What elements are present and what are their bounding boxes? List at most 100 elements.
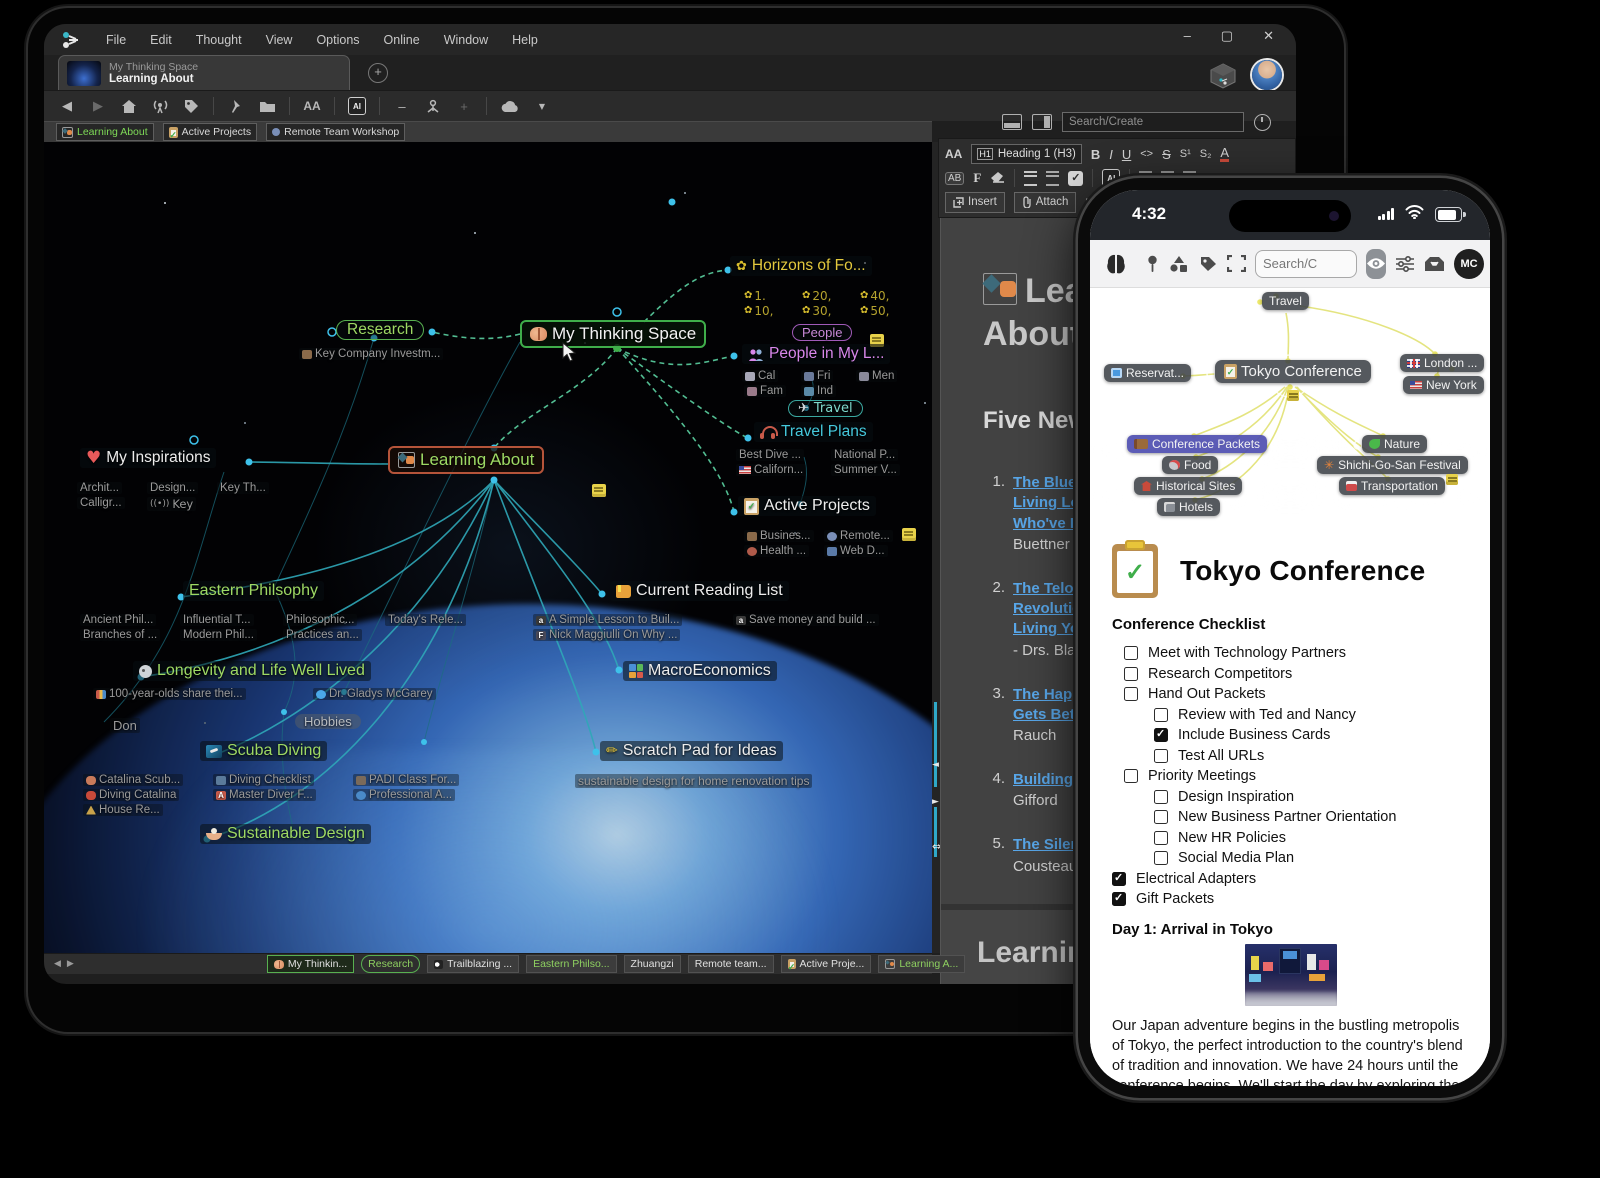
history-clock-icon[interactable] <box>1254 114 1271 131</box>
menu-view[interactable]: View <box>266 33 293 47</box>
map-sub-label[interactable]: Cal <box>742 370 778 382</box>
map-sub-label[interactable]: Ancient Phil... <box>80 614 156 626</box>
map-sub-label[interactable]: Design... <box>147 482 198 494</box>
close-button[interactable]: ✕ <box>1263 28 1274 44</box>
pnode-new-york[interactable]: New York <box>1403 376 1484 394</box>
brain-tab[interactable]: My Thinking Space Learning About <box>58 55 350 90</box>
map-sub-label[interactable]: aA Simple Lesson to Buil... <box>533 614 682 626</box>
mind-map-canvas[interactable]: Research Key Company Investm... My Think… <box>44 142 932 953</box>
user-avatar[interactable] <box>1252 60 1282 90</box>
pnode-travel[interactable]: Travel <box>1262 292 1309 310</box>
checkbox[interactable] <box>1124 687 1138 701</box>
pin-learning-about[interactable]: Learning About <box>56 123 154 141</box>
map-sub-label[interactable]: Remote... <box>824 530 893 542</box>
map-sub-label[interactable]: Best Dive ... <box>736 449 804 461</box>
subscript-button[interactable]: S₂ <box>1200 148 1212 160</box>
collapse-right-arrow[interactable]: ► <box>932 797 939 807</box>
text-color-button[interactable]: A <box>1220 146 1229 162</box>
superscript-button[interactable]: S¹ <box>1180 148 1191 160</box>
maximize-button[interactable]: ▢ <box>1221 28 1233 44</box>
node-my-inspirations[interactable]: ♥My Inspirations <box>80 448 216 468</box>
bottom-tab[interactable]: Remote team... <box>688 955 774 973</box>
menu-help[interactable]: Help <box>512 33 538 47</box>
pnode-food[interactable]: Food <box>1162 456 1218 474</box>
thought-types-icon[interactable] <box>1168 255 1190 273</box>
add-tab-button[interactable]: + <box>368 63 388 83</box>
node-travel-plans[interactable]: Travel Plans <box>754 422 873 442</box>
menu-options[interactable]: Options <box>316 33 359 47</box>
map-sub-label[interactable]: Practices an... <box>283 629 362 641</box>
search-create-input[interactable] <box>1062 112 1244 132</box>
node-current-reading-list[interactable]: Current Reading List <box>610 581 789 601</box>
text-size-button[interactable]: AA <box>945 147 962 161</box>
node-scratch-pad[interactable]: ✏Scratch Pad for Ideas <box>600 741 783 761</box>
map-sub-label[interactable]: Fri <box>801 370 833 382</box>
bottom-tab[interactable]: Learning A... <box>878 955 965 973</box>
layout-tool-icon[interactable] <box>424 96 442 116</box>
pin-active-projects[interactable]: Active Projects <box>163 123 257 141</box>
map-sub-label[interactable]: Health ... <box>744 545 809 557</box>
pnode-historical-sites[interactable]: Historical Sites <box>1134 477 1242 495</box>
map-sub-label[interactable]: Calligr... <box>77 497 125 509</box>
font-button[interactable]: F <box>973 170 981 186</box>
numbered-list-icon[interactable] <box>1046 171 1059 186</box>
minimize-button[interactable]: – <box>1184 28 1191 44</box>
book-link[interactable]: The HappGets Bett <box>1013 685 1081 726</box>
map-sub-label[interactable]: Key Th... <box>217 482 269 494</box>
sidebar-layout-icon[interactable] <box>1032 114 1052 130</box>
checkbox-checked[interactable] <box>1154 728 1168 742</box>
map-sub-label[interactable]: Branches of ... <box>80 629 160 641</box>
checkbox[interactable] <box>1154 851 1168 865</box>
attach-button[interactable]: Attach <box>1014 192 1077 213</box>
checkbox[interactable] <box>1124 646 1138 660</box>
note-indicator-icon[interactable] <box>1287 390 1299 401</box>
bottom-tab[interactable]: Trailblazing ... <box>427 955 519 973</box>
node-my-thinking-space[interactable]: My Thinking Space <box>520 320 706 348</box>
ab-caps-button[interactable]: AB <box>945 172 964 185</box>
strikethrough-button[interactable]: S <box>1162 147 1171 162</box>
filters-sliders-icon[interactable] <box>1395 256 1415 272</box>
map-sub-label[interactable]: Busines... <box>744 530 814 542</box>
map-sub-label[interactable]: Diving Catalina <box>83 789 179 801</box>
node-scuba-diving[interactable]: Scuba Diving <box>200 741 327 761</box>
map-sub-label[interactable]: Key Company Investm... <box>299 348 443 360</box>
selection-icon[interactable] <box>1227 255 1246 272</box>
node-people-pill[interactable]: People <box>792 324 852 341</box>
node-learning-about[interactable]: Learning About <box>388 446 544 474</box>
node-horizons[interactable]: ✿Horizons of Fo... <box>730 256 872 276</box>
notes-layout-icon[interactable] <box>1002 114 1022 130</box>
map-sub-label[interactable]: Today's Rele... <box>385 614 466 626</box>
book-link[interactable]: Buildings <box>1013 770 1081 790</box>
map-sub-label[interactable]: Ind <box>801 385 836 397</box>
heading-style-dropdown[interactable]: H1Heading 1 (H3) <box>971 144 1082 164</box>
pnode-transportation[interactable]: Transportation <box>1339 477 1445 495</box>
map-sub-label[interactable]: National P... <box>831 449 898 461</box>
map-sub-label[interactable]: Professional A... <box>353 789 455 801</box>
pnode-nature[interactable]: Nature <box>1362 435 1427 453</box>
pnode-shichi-festival[interactable]: ✳Shichi-Go-San Festival <box>1317 456 1468 474</box>
zoom-in-icon[interactable]: + <box>455 96 473 116</box>
checklist-button[interactable]: ✓ <box>1068 171 1083 186</box>
map-sub-label[interactable]: 100-year-olds share thei... <box>93 688 246 700</box>
node-sustainable-design[interactable]: Sustainable Design <box>200 824 371 844</box>
node-active-projects[interactable]: Active Projects <box>738 496 876 516</box>
pin-icon[interactable] <box>227 96 245 116</box>
checkbox[interactable] <box>1154 749 1168 763</box>
note-indicator-icon[interactable] <box>902 528 916 541</box>
node-longevity[interactable]: Longevity and Life Well Lived <box>133 661 371 681</box>
checkbox[interactable] <box>1154 708 1168 722</box>
map-sub-label[interactable]: House Re... <box>83 804 163 816</box>
menu-window[interactable]: Window <box>444 33 488 47</box>
menu-file[interactable]: File <box>106 33 126 47</box>
panel-resize-divider[interactable]: ◄ ► ⇔ <box>932 142 940 953</box>
map-sub-label[interactable]: Philosophic... <box>283 614 357 626</box>
eraser-icon[interactable] <box>990 171 1005 186</box>
menu-online[interactable]: Online <box>384 33 420 47</box>
checkbox[interactable] <box>1154 831 1168 845</box>
map-sub-label[interactable]: Influential T... <box>180 614 254 626</box>
map-sub-label[interactable]: Dr. Gladys McGarey <box>313 688 436 700</box>
map-sub-label[interactable]: Archit... <box>77 482 122 494</box>
node-travel-pill[interactable]: ✈Travel <box>788 400 863 417</box>
pnode-reservations[interactable]: Reservat... <box>1104 364 1191 382</box>
view-eye-button[interactable] <box>1366 249 1386 279</box>
